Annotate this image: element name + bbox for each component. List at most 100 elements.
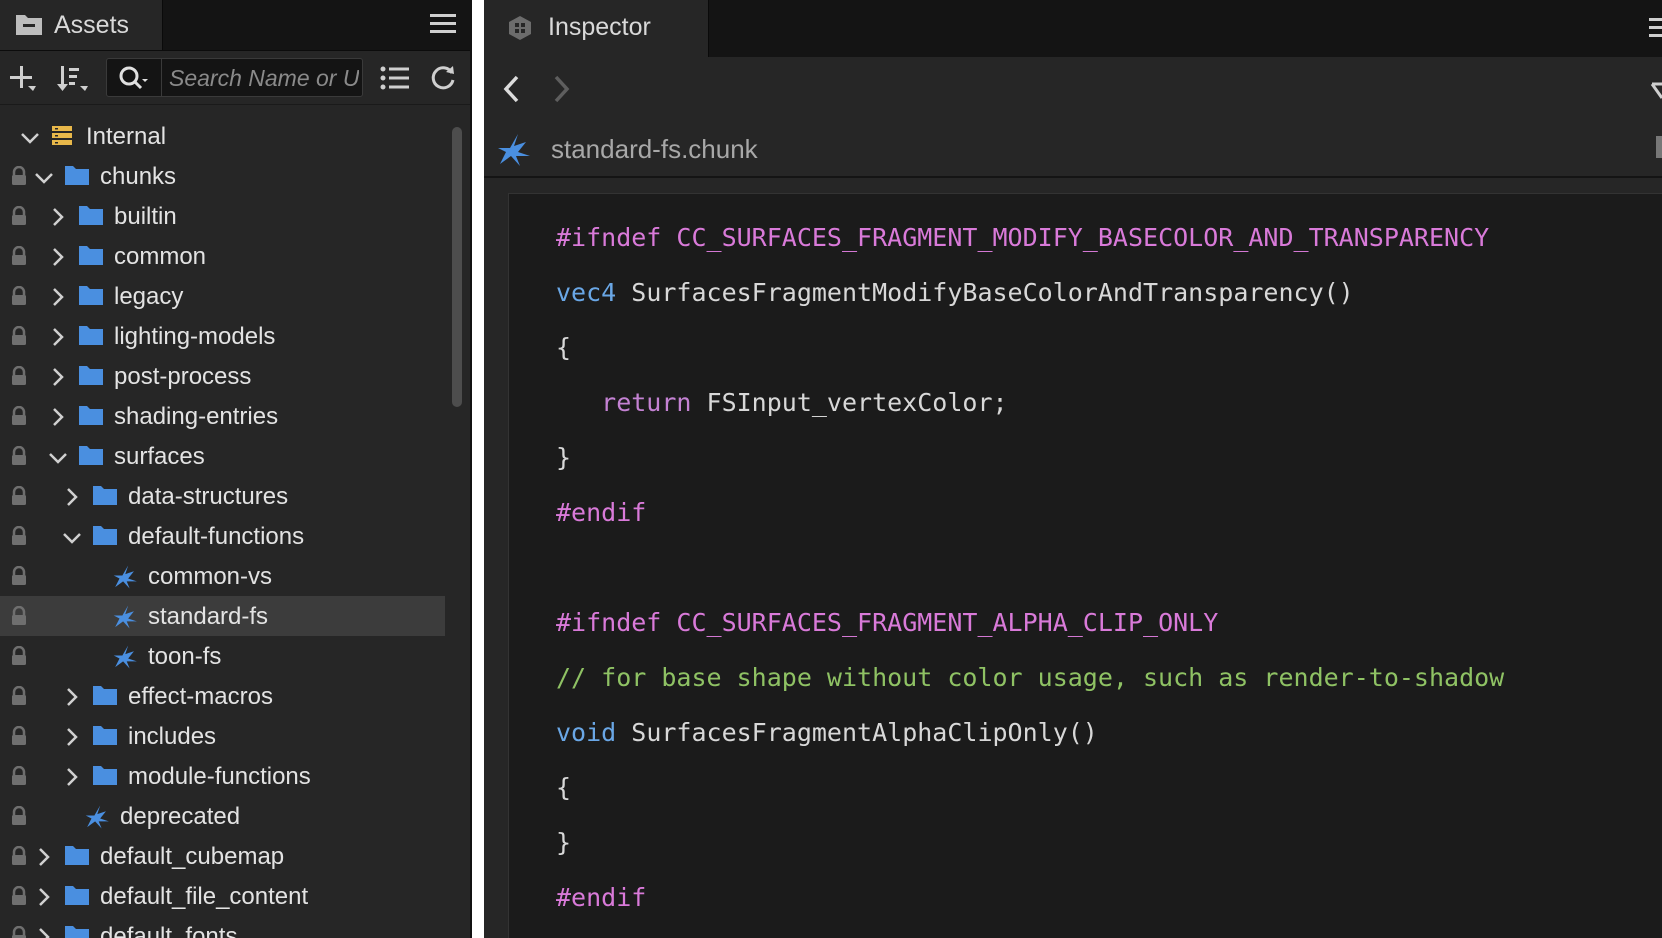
code-token: } (556, 443, 572, 472)
chevron-right-icon[interactable] (36, 927, 52, 938)
lock-icon (10, 245, 28, 271)
lock-icon (10, 525, 28, 551)
assets-menu-icon[interactable] (430, 12, 456, 41)
refresh-icon[interactable] (429, 64, 457, 97)
chevron-right-icon[interactable] (64, 487, 80, 512)
tree-item-default-cubemap[interactable]: default_cubemap (0, 836, 445, 876)
lock-icon (10, 845, 28, 871)
code-token: FSInput_vertexColor; (691, 388, 1008, 417)
header-edge-marker (1656, 136, 1662, 158)
lock-icon (10, 365, 28, 391)
tree-item-label: effect-macros (128, 683, 273, 710)
assets-tab-title: Assets (54, 11, 130, 39)
code-token: #endif (556, 498, 647, 527)
tree-item-legacy[interactable]: legacy (0, 276, 445, 316)
database-icon (50, 124, 74, 153)
chevron-right-icon[interactable] (50, 407, 66, 432)
chevron-down-icon[interactable] (48, 450, 68, 471)
tree-item-label: standard-fs (148, 603, 269, 630)
lock-icon (10, 885, 28, 911)
code-line: #endif (556, 878, 646, 918)
chunk-icon (84, 804, 112, 835)
chevron-right-icon[interactable] (36, 887, 52, 912)
add-icon[interactable] (8, 64, 38, 99)
folder-icon (78, 204, 104, 231)
chevron-down-icon[interactable] (34, 170, 54, 191)
code-line: { (556, 768, 571, 808)
lock-icon (10, 565, 28, 591)
chunk-file-icon (496, 132, 534, 173)
tree-item-includes[interactable]: includes (0, 716, 445, 756)
chunk-icon (112, 604, 140, 635)
chevron-right-icon[interactable] (50, 367, 66, 392)
chevron-right-icon[interactable] (50, 207, 66, 232)
code-token: #ifndef (556, 608, 677, 637)
inspector-tab-icon (506, 14, 534, 47)
folder-icon (78, 404, 104, 431)
search-filter-button[interactable] (107, 59, 162, 96)
assets-tab-bar: Assets (0, 0, 470, 51)
code-token: void (556, 718, 617, 747)
tree-item-label: default_cubemap (100, 843, 285, 870)
code-token: #endif (556, 883, 647, 912)
tree-item-builtin[interactable]: builtin (0, 196, 445, 236)
tree-item-label: builtin (114, 203, 177, 230)
chevron-right-icon[interactable] (36, 847, 52, 872)
assets-tab[interactable]: Assets (0, 0, 163, 50)
code-token: } (556, 828, 572, 857)
asset-tree-scrollbar[interactable] (452, 127, 462, 407)
tree-item-data-structures[interactable]: data-structures (0, 476, 445, 516)
chevron-down-icon[interactable] (62, 530, 82, 551)
tree-item-lighting-models[interactable]: lighting-models (0, 316, 445, 356)
code-line: // for base shape without color usage, s… (556, 658, 1504, 698)
folder-icon (92, 764, 118, 791)
tree-item-common[interactable]: common (0, 236, 445, 276)
search-box (106, 58, 363, 97)
folder-icon (64, 164, 90, 191)
folder-icon (78, 364, 104, 391)
lock-icon (10, 925, 28, 938)
search-input[interactable] (167, 62, 361, 95)
tree-item-surfaces[interactable]: surfaces (0, 436, 445, 476)
tree-item-post-process[interactable]: post-process (0, 356, 445, 396)
chevron-right-icon[interactable] (64, 767, 80, 792)
chevron-right-icon[interactable] (50, 287, 66, 312)
chevron-right-icon[interactable] (64, 727, 80, 752)
list-view-icon[interactable] (380, 64, 410, 97)
tree-item-module-functions[interactable]: module-functions (0, 756, 445, 796)
tree-item-deprecated[interactable]: deprecated (0, 796, 445, 836)
tree-item-effect-macros[interactable]: effect-macros (0, 676, 445, 716)
tree-item-label: Internal (86, 123, 167, 150)
tree-item-common-vs[interactable]: common-vs (0, 556, 445, 596)
tree-item-label: legacy (114, 283, 184, 310)
back-icon[interactable] (502, 74, 522, 109)
tree-item-shading-entries[interactable]: shading-entries (0, 396, 445, 436)
code-token: // for base shape without color usage, s… (556, 663, 1505, 692)
inspector-menu-icon[interactable] (1649, 16, 1662, 45)
code-token: #ifndef (556, 223, 677, 252)
chevron-right-icon[interactable] (50, 247, 66, 272)
chevron-right-icon[interactable] (64, 687, 80, 712)
chevron-down-icon[interactable] (20, 130, 40, 151)
tree-item-chunks[interactable]: chunks (0, 156, 445, 196)
lock-icon (10, 605, 28, 631)
pin-icon[interactable] (1650, 80, 1662, 107)
tree-item-internal[interactable]: Internal (0, 116, 445, 156)
tree-item-label: post-process (114, 363, 252, 390)
chunk-icon (112, 564, 140, 595)
inspector-panel: Inspector standard-fs.chunk #ifndef CC_S… (484, 0, 1662, 938)
tree-item-standard-fs[interactable]: standard-fs (0, 596, 445, 636)
inspector-tab[interactable]: Inspector (484, 0, 709, 57)
tree-item-toon-fs[interactable]: toon-fs (0, 636, 445, 676)
code-token: SurfacesFragmentModifyBaseColorAndTransp… (616, 278, 1354, 307)
sort-icon[interactable] (56, 64, 88, 99)
tree-item-default-functions[interactable]: default-functions (0, 516, 445, 556)
chevron-right-icon[interactable] (50, 327, 66, 352)
tree-item-label: default_file_content (100, 883, 309, 910)
forward-icon[interactable] (551, 74, 571, 109)
file-header: standard-fs.chunk (484, 126, 1662, 178)
tree-item-default-file-content[interactable]: default_file_content (0, 876, 445, 916)
tree-item-default-fonts[interactable]: default_fonts (0, 916, 445, 938)
lock-icon (10, 165, 28, 191)
